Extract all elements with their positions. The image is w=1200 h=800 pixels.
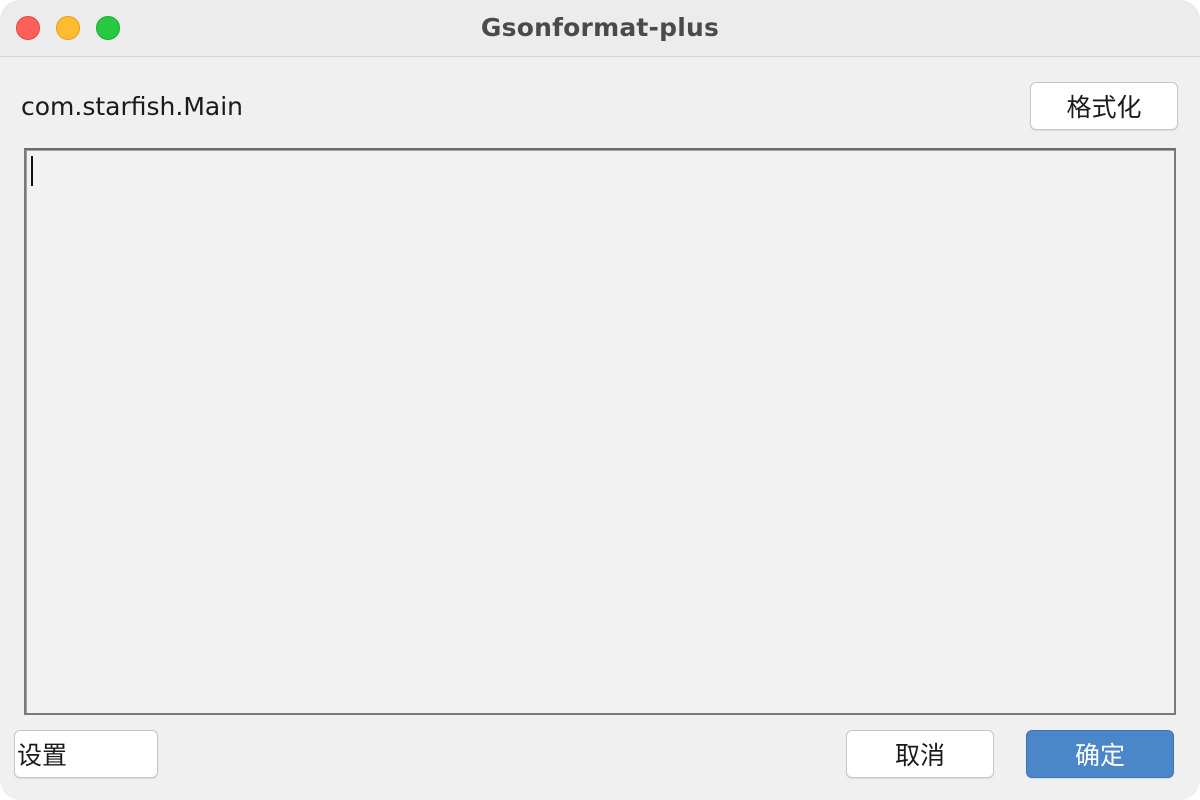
ok-button[interactable]: 确定 xyxy=(1026,730,1174,778)
window-title: Gsonformat-plus xyxy=(480,13,720,42)
class-name-label: com.starfish.Main xyxy=(21,92,244,121)
format-button[interactable]: 格式化 xyxy=(1030,82,1178,130)
title-bar[interactable]: Gsonformat-plus xyxy=(0,0,1200,57)
text-caret xyxy=(31,156,33,186)
settings-button[interactable]: 设置 xyxy=(14,730,158,778)
cancel-button[interactable]: 取消 xyxy=(846,730,994,778)
json-input-area[interactable] xyxy=(24,148,1176,715)
dialog-window: Gsonformat-plus com.starfish.Main 格式化 设置… xyxy=(0,0,1200,800)
